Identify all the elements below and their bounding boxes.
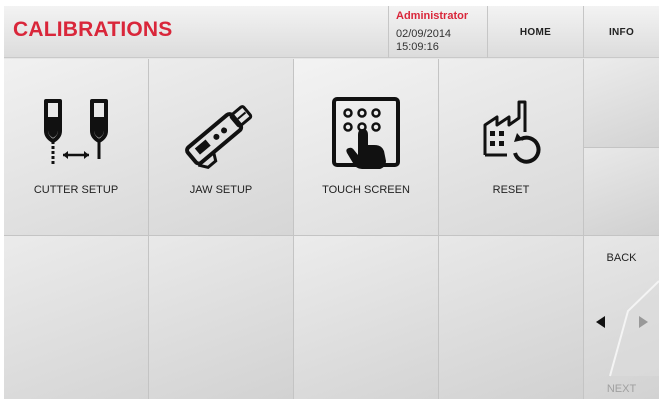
cutter-setup-tile[interactable]: CUTTER SETUP bbox=[4, 59, 148, 235]
next-button: NEXT bbox=[606, 383, 637, 395]
empty-tile bbox=[439, 236, 583, 399]
tile-label: RESET bbox=[492, 184, 530, 196]
grid-divider bbox=[293, 59, 294, 399]
grid-divider bbox=[438, 59, 439, 399]
touch-screen-icon bbox=[332, 97, 400, 169]
time-display: 15:09:16 bbox=[396, 41, 439, 53]
empty-tile bbox=[294, 236, 438, 399]
page-navigation: BACK NEXT bbox=[584, 236, 659, 399]
date-display: 02/09/2014 bbox=[396, 28, 452, 40]
grid-divider bbox=[584, 147, 659, 148]
previous-page-arrow-icon[interactable] bbox=[596, 316, 605, 328]
user-name: Administrator bbox=[396, 10, 469, 22]
empty-tile bbox=[149, 236, 293, 399]
side-panel-middle bbox=[584, 148, 659, 235]
reset-tile[interactable]: RESET bbox=[439, 59, 583, 235]
tile-label: CUTTER SETUP bbox=[33, 184, 119, 196]
jaw-setup-icon bbox=[185, 105, 253, 169]
touch-screen-tile[interactable]: TOUCH SCREEN bbox=[294, 59, 438, 235]
info-button[interactable]: INFO bbox=[584, 6, 659, 58]
tile-label: JAW SETUP bbox=[189, 184, 253, 196]
back-button[interactable]: BACK bbox=[584, 252, 659, 264]
cutter-setup-icon bbox=[44, 99, 108, 165]
factory-reset-icon bbox=[483, 100, 541, 164]
calibrations-screen: CALIBRATIONS Administrator 02/09/2014 15… bbox=[4, 6, 659, 399]
page-title: CALIBRATIONS bbox=[13, 18, 173, 41]
tile-label: TOUCH SCREEN bbox=[322, 184, 410, 196]
grid-divider bbox=[4, 235, 659, 236]
header-bar: CALIBRATIONS Administrator 02/09/2014 15… bbox=[4, 6, 659, 58]
grid-divider bbox=[148, 59, 149, 399]
home-button[interactable]: HOME bbox=[488, 6, 584, 58]
next-page-arrow-icon bbox=[639, 316, 648, 328]
empty-tile bbox=[4, 236, 148, 399]
jaw-setup-tile[interactable]: JAW SETUP bbox=[149, 59, 293, 235]
grid-divider bbox=[583, 59, 584, 399]
side-panel-top bbox=[584, 59, 659, 147]
user-info: Administrator 02/09/2014 15:09:16 bbox=[388, 6, 488, 58]
